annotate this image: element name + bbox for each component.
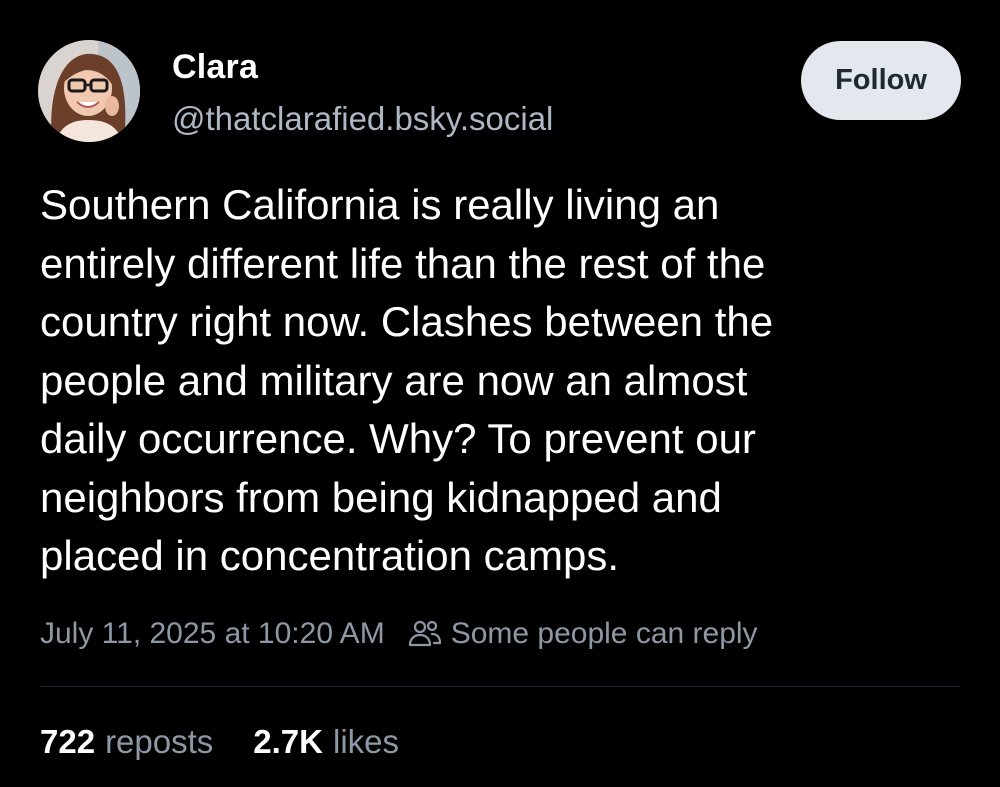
post-text-line: entirely different life than the rest of…: [40, 239, 766, 287]
author-display-name[interactable]: Clara: [172, 48, 258, 87]
post-text: Southern California is really living an …: [40, 176, 960, 586]
post-text-line: neighbors from being kidnapped and: [40, 473, 722, 521]
divider: [40, 686, 960, 687]
post-card: Clara @thatclarafied.bsky.social Follow …: [0, 0, 1000, 787]
reposts-count: 722: [40, 723, 96, 760]
likes-stat[interactable]: 2.7K likes: [253, 723, 399, 761]
post-stats: 722 reposts 2.7K likes: [40, 723, 399, 761]
post-text-line: Southern California is really living an: [40, 181, 720, 228]
people-icon: [407, 616, 443, 652]
post-text-line: daily occurrence. Why? To prevent our: [40, 415, 756, 462]
avatar[interactable]: [38, 40, 140, 142]
post-text-line: people and military are now an almost: [40, 356, 748, 404]
follow-button[interactable]: Follow: [801, 41, 961, 120]
reply-setting-label[interactable]: Some people can reply: [451, 617, 758, 651]
post-meta: July 11, 2025 at 10:20 AM Some people ca…: [40, 612, 758, 656]
author-handle[interactable]: @thatclarafied.bsky.social: [172, 100, 553, 138]
post-text-line: country right now. Clashes between the: [40, 298, 774, 345]
reposts-stat[interactable]: 722 reposts: [40, 723, 213, 761]
profile-photo-icon: [38, 40, 140, 142]
likes-count: 2.7K: [253, 723, 323, 760]
likes-label: likes: [333, 723, 400, 760]
post-timestamp[interactable]: July 11, 2025 at 10:20 AM: [40, 617, 385, 651]
reposts-label: reposts: [105, 723, 214, 760]
post-text-line: placed in concentration camps.: [40, 532, 619, 579]
